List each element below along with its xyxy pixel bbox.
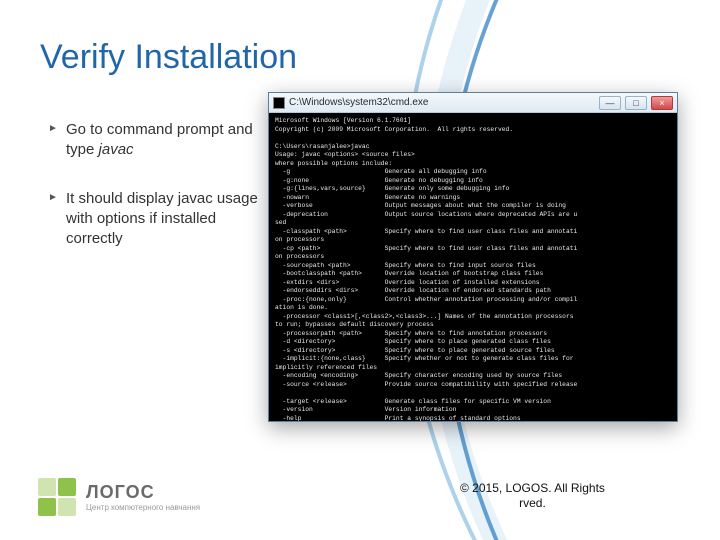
bullet-item: It should display javac usage with optio… <box>48 189 258 250</box>
maximize-button[interactable]: □ <box>625 96 647 110</box>
cmd-output: Microsoft Windows [Version 6.1.7601] Cop… <box>269 113 677 421</box>
copyright: © 2015, LOGOS. All Rights rved. <box>460 481 605 512</box>
minimize-button[interactable]: — <box>599 96 621 110</box>
slide: Verify Installation Go to command prompt… <box>0 0 720 540</box>
copyright-line: rved. <box>460 496 605 512</box>
logo-icon <box>38 478 76 516</box>
cmd-window: C:\Windows\system32\cmd.exe — □ × Micros… <box>268 92 678 422</box>
bullet-emph: javac <box>99 141 134 158</box>
cmd-window-title: C:\Windows\system32\cmd.exe <box>289 97 595 108</box>
cmd-icon <box>273 97 285 109</box>
bullet-list: Go to command prompt and type javac It s… <box>48 120 258 277</box>
logo-tagline: Центр компютерного навчання <box>86 503 200 512</box>
logo-text: ЛОГОС Центр компютерного навчання <box>86 482 200 512</box>
cmd-titlebar[interactable]: C:\Windows\system32\cmd.exe — □ × <box>269 93 677 113</box>
copyright-line: © 2015, LOGOS. All Rights <box>460 481 605 497</box>
close-button[interactable]: × <box>651 96 673 110</box>
bullet-item: Go to command prompt and type javac <box>48 120 258 161</box>
footer-logo: ЛОГОС Центр компютерного навчання <box>38 478 200 516</box>
logo-name: ЛОГОС <box>86 482 200 503</box>
bullet-text: Go to command prompt and type <box>66 121 253 158</box>
slide-title: Verify Installation <box>40 38 297 77</box>
bullet-text: It should display javac usage with optio… <box>66 190 258 248</box>
